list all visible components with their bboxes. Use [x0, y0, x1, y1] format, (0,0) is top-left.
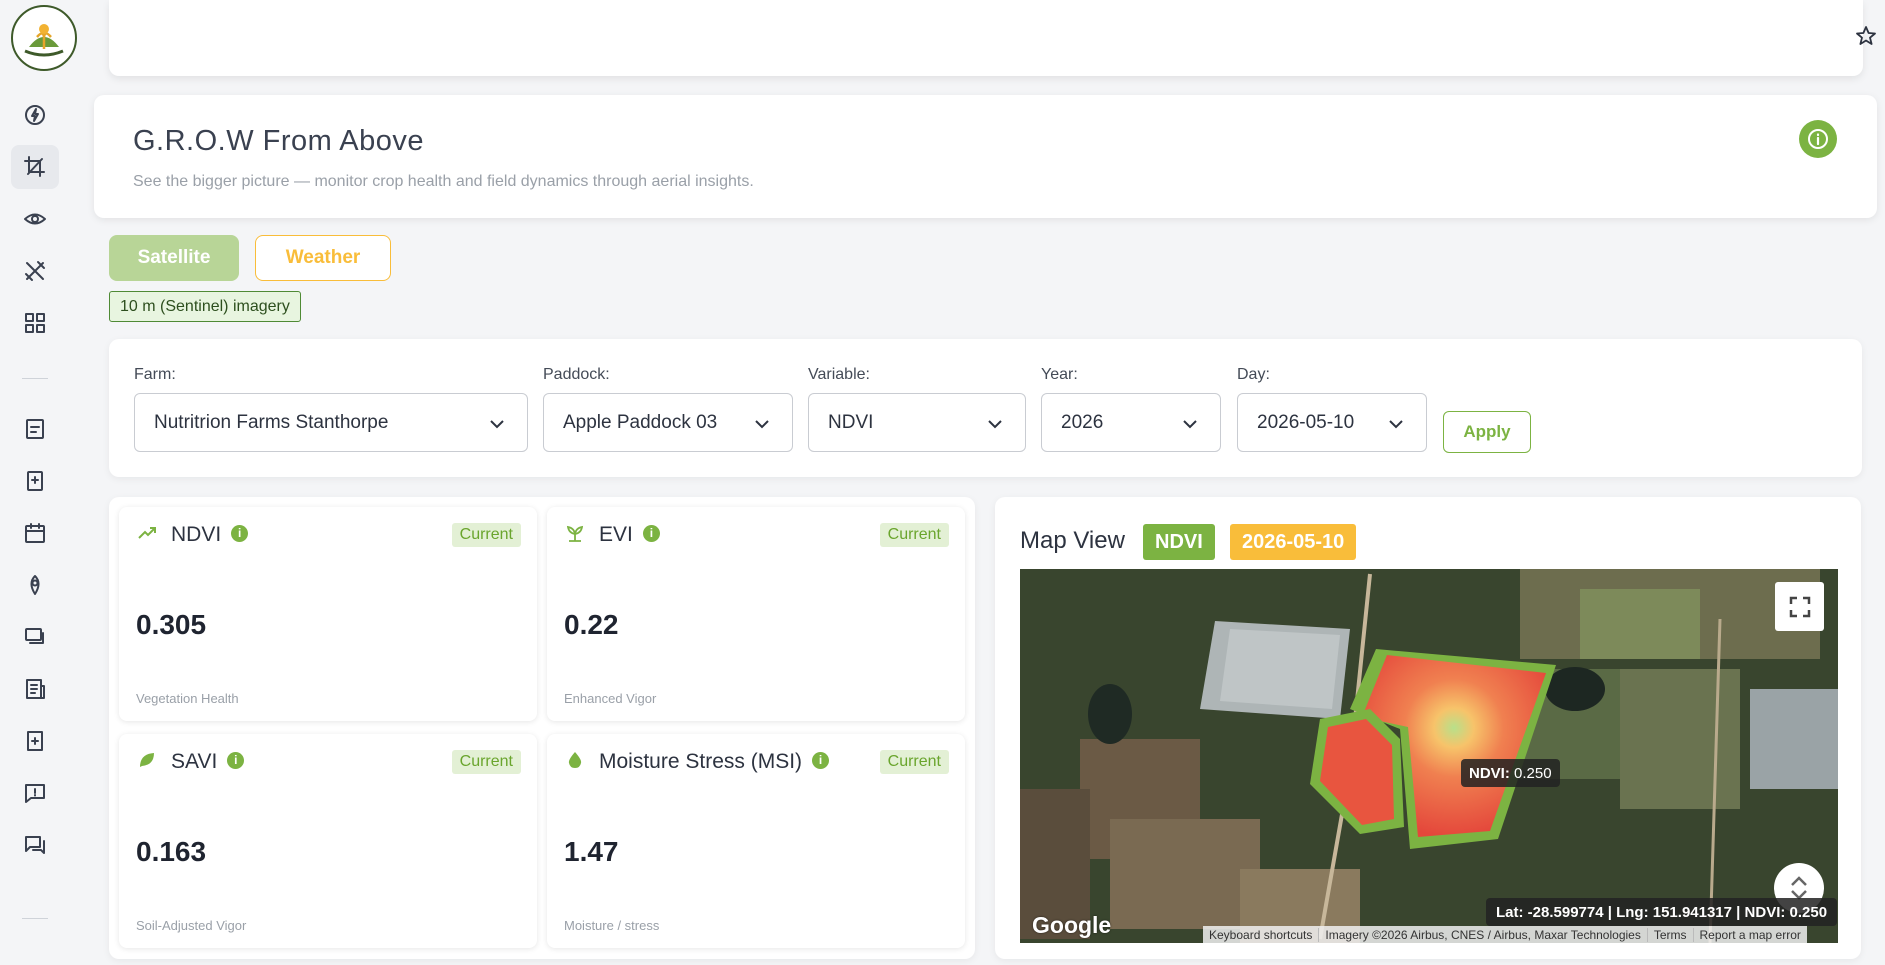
trending-up-icon	[138, 527, 156, 539]
document-add-icon[interactable]	[11, 459, 59, 503]
map-panel: Map View NDVI 2026-05-10 NDVI: 0.250 Lat…	[995, 497, 1861, 959]
year-select-value: 2026	[1061, 411, 1104, 433]
droplet-icon	[568, 752, 582, 768]
metric-card-ndvi: NDVI Current 0.305 Vegetation Health	[119, 507, 537, 721]
map-attribution-bar: Keyboard shortcuts Imagery ©2026 Airbus,…	[1203, 926, 1807, 943]
current-badge: Current	[451, 750, 521, 774]
variable-label: Variable:	[808, 366, 870, 383]
paddock-select-value: Apple Paddock 03	[563, 411, 718, 433]
chat-icon[interactable]	[11, 615, 59, 659]
metric-description: Moisture / stress	[564, 918, 660, 933]
metric-value: 0.22	[564, 609, 619, 640]
page-subtitle: See the bigger picture — monitor crop he…	[133, 173, 754, 190]
sidebar-divider	[22, 378, 48, 379]
current-badge: Current	[879, 750, 949, 774]
terms-link[interactable]: Terms	[1648, 927, 1694, 942]
tab-satellite[interactable]: Satellite	[109, 235, 239, 281]
metric-title: Moisture Stress (MSI)	[599, 750, 830, 774]
satellite-map[interactable]: NDVI: 0.250 Lat: -28.599774 | Lng: 151.9…	[1020, 569, 1838, 943]
paddock-label: Paddock:	[543, 366, 610, 383]
cursor-coordinates-readout: Lat: -28.599774 | Lng: 151.941317 | NDVI…	[1486, 898, 1838, 926]
page-header-card: G.R.O.W From Above See the bigger pictur…	[94, 95, 1877, 218]
current-badge: Current	[879, 523, 949, 547]
page-title: G.R.O.W From Above	[133, 125, 424, 157]
metric-value: 1.47	[564, 836, 619, 867]
tab-weather[interactable]: Weather	[255, 235, 391, 281]
keyboard-shortcuts-link[interactable]: Keyboard shortcuts	[1203, 927, 1320, 942]
info-icon[interactable]	[812, 751, 830, 769]
brand-logo[interactable]	[11, 5, 77, 71]
sidebar-divider	[22, 918, 48, 919]
metric-card-msi: Moisture Stress (MSI) Current 1.47 Moist…	[547, 734, 965, 948]
dashboard-bolt-icon[interactable]	[11, 93, 59, 137]
chevron-down-icon	[1389, 420, 1403, 429]
report-error-link[interactable]: Report a map error	[1694, 928, 1807, 942]
eye-icon[interactable]	[11, 197, 59, 241]
farm-label: Farm:	[134, 366, 176, 383]
note-icon[interactable]	[11, 407, 59, 451]
metric-title: EVI	[599, 523, 660, 547]
day-label: Day:	[1237, 366, 1270, 383]
leaf-icon	[140, 753, 154, 767]
farm-select-value: Nutritrion Farms Stanthorpe	[154, 411, 389, 433]
chevron-down-icon	[490, 420, 504, 429]
map-variable-tag: NDVI	[1143, 524, 1215, 560]
filter-bar: Farm: Nutritrion Farms Stanthorpe Paddoc…	[109, 339, 1862, 477]
tools-icon[interactable]	[11, 249, 59, 293]
alert-message-icon[interactable]	[11, 771, 59, 815]
sidebar	[0, 0, 77, 965]
map-date-tag: 2026-05-10	[1230, 524, 1357, 560]
year-label: Year:	[1041, 366, 1078, 383]
top-header	[109, 0, 1876, 76]
current-badge: Current	[451, 523, 521, 547]
sprout-icon	[566, 525, 584, 542]
crop-icon[interactable]	[11, 145, 59, 189]
grid-icon[interactable]	[11, 301, 59, 345]
add-file-icon[interactable]	[11, 719, 59, 763]
metric-value: 0.305	[136, 609, 207, 640]
metric-description: Vegetation Health	[136, 691, 239, 706]
metric-title: NDVI	[171, 523, 249, 547]
fullscreen-button[interactable]	[1775, 582, 1824, 631]
day-select-value: 2026-05-10	[1257, 411, 1355, 433]
info-icon	[1808, 129, 1828, 149]
calendar-icon[interactable]	[11, 511, 59, 555]
imagery-credit: Imagery ©2026 Airbus, CNES / Airbus, Max…	[1319, 927, 1648, 942]
farm-select[interactable]: Nutritrion Farms Stanthorpe	[134, 393, 528, 452]
imagery-resolution-badge: 10 m (Sentinel) imagery	[109, 291, 301, 322]
location-icon[interactable]	[11, 563, 59, 607]
messages-icon[interactable]	[11, 823, 59, 867]
info-icon[interactable]	[231, 524, 249, 542]
satellite-imagery	[1020, 569, 1838, 943]
star-icon[interactable]	[1854, 24, 1878, 48]
metric-title: SAVI	[171, 750, 245, 774]
tooltip-value: 0.250	[1514, 764, 1552, 782]
apply-button[interactable]: Apply	[1443, 411, 1531, 453]
variable-select[interactable]: NDVI	[808, 393, 1026, 452]
chevron-down-icon	[1183, 420, 1197, 429]
map-title: Map View	[1020, 527, 1125, 554]
report-icon[interactable]	[11, 667, 59, 711]
metric-card-savi: SAVI Current 0.163 Soil-Adjusted Vigor	[119, 734, 537, 948]
variable-select-value: NDVI	[828, 411, 874, 433]
year-select[interactable]: 2026	[1041, 393, 1221, 452]
metric-description: Enhanced Vigor	[564, 691, 657, 706]
google-logo: Google	[1032, 912, 1112, 938]
metric-description: Soil-Adjusted Vigor	[136, 918, 247, 933]
info-button[interactable]	[1799, 120, 1837, 158]
chevron-down-icon	[988, 420, 1002, 429]
ndvi-hover-tooltip: NDVI: 0.250	[1461, 759, 1560, 787]
paddock-select[interactable]: Apple Paddock 03	[543, 393, 793, 452]
info-icon[interactable]	[642, 524, 660, 542]
day-select[interactable]: 2026-05-10	[1237, 393, 1427, 452]
fullscreen-icon	[1789, 596, 1810, 617]
metric-card-evi: EVI Current 0.22 Enhanced Vigor	[547, 507, 965, 721]
metric-value: 0.163	[136, 836, 207, 867]
chevron-down-icon	[755, 420, 769, 429]
metrics-panel: NDVI Current 0.305 Vegetation Health EVI…	[109, 497, 975, 959]
info-icon[interactable]	[227, 751, 245, 769]
tooltip-label: NDVI:	[1469, 764, 1510, 782]
